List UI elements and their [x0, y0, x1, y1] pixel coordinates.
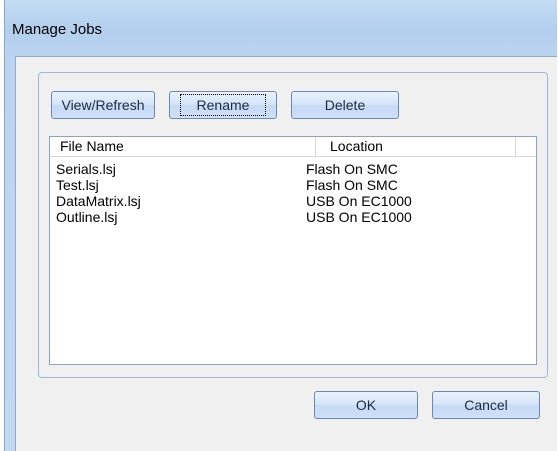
file-name-cell: DataMatrix.lsj [56, 193, 141, 209]
location-cell: Flash On SMC [306, 161, 398, 177]
dialog-client-area: View/Refresh Rename Delete File Name Loc… [15, 56, 557, 451]
delete-button[interactable]: Delete [291, 91, 399, 119]
ok-button[interactable]: OK [314, 391, 418, 419]
window-title: Manage Jobs [12, 21, 103, 38]
file-name-cell: Test.lsj [56, 177, 99, 193]
file-name-cell: Outline.lsj [56, 209, 118, 225]
list-item[interactable]: Test.lsj Flash On SMC [50, 177, 536, 193]
rename-button[interactable]: Rename [169, 91, 277, 119]
jobs-list-view[interactable]: File Name Location Serials.lsj Flash On … [49, 136, 537, 365]
list-rows: Serials.lsj Flash On SMC Test.lsj Flash … [50, 161, 536, 225]
location-cell: Flash On SMC [306, 177, 398, 193]
list-item[interactable]: Outline.lsj USB On EC1000 [50, 209, 536, 225]
list-item[interactable]: DataMatrix.lsj USB On EC1000 [50, 193, 536, 209]
cancel-button[interactable]: Cancel [432, 391, 540, 419]
column-header-location[interactable]: Location [316, 137, 516, 156]
list-item[interactable]: Serials.lsj Flash On SMC [50, 161, 536, 177]
view-refresh-button[interactable]: View/Refresh [51, 91, 155, 119]
rename-label: Rename [179, 94, 267, 116]
location-cell: USB On EC1000 [306, 193, 412, 209]
file-name-cell: Serials.lsj [56, 161, 116, 177]
location-cell: USB On EC1000 [306, 209, 412, 225]
list-header: File Name Location [50, 137, 536, 157]
manage-jobs-dialog: Manage Jobs View/Refresh Rename Delete F… [4, 0, 557, 451]
jobs-group-box: View/Refresh Rename Delete File Name Loc… [38, 72, 548, 378]
title-bar[interactable]: Manage Jobs [5, 0, 557, 56]
column-header-file-name[interactable]: File Name [50, 137, 316, 156]
